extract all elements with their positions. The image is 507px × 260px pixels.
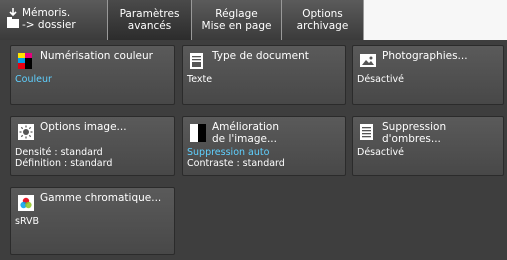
shadow-suppression-title: Suppression d'ombres...	[382, 121, 446, 145]
image-enhancement-contrast: Contraste : standard	[187, 158, 285, 169]
image-enhancement-button[interactable]: Amélioration de l'image... Suppression a…	[182, 116, 346, 176]
tab-advanced-settings[interactable]: Paramètres avancés	[108, 0, 192, 40]
shadow-suppression-title-line2: d'ombres...	[382, 133, 441, 145]
tab-label-line2: Mise en page	[201, 20, 272, 32]
document-type-title: Type de document	[212, 50, 309, 62]
tab-label-line1: Mémoris.	[22, 7, 71, 19]
image-enhancement-title: Amélioration de l'image...	[212, 121, 279, 145]
brightness-icon	[18, 124, 34, 140]
photographs-title: Photographies...	[382, 50, 468, 62]
color-scanning-value: Couleur	[15, 74, 52, 85]
image-enhancement-title-line1: Amélioration	[212, 121, 279, 133]
tab-label-line2: -> dossier	[22, 19, 76, 31]
color-wheel-icon	[18, 195, 34, 211]
image-options-title: Options image...	[40, 121, 127, 133]
photographs-button[interactable]: Photographies... Désactivé	[352, 45, 504, 105]
tab-label-line1: Options	[302, 8, 343, 20]
document-type-value: Texte	[187, 74, 213, 85]
shadow-suppression-button[interactable]: Suppression d'ombres... Désactivé	[352, 116, 504, 176]
color-blocks-icon	[18, 53, 32, 69]
contrast-icon	[190, 124, 206, 142]
tab-layout-adjustment[interactable]: Réglage Mise en page	[192, 0, 282, 40]
color-scanning-title: Numérisation couleur	[40, 50, 153, 62]
shadow-suppression-title-line1: Suppression	[382, 121, 447, 133]
image-options-density: Densité : standard	[15, 147, 103, 158]
image-options-button[interactable]: Options image... Densité : standard Défi…	[10, 116, 175, 176]
tab-bar: Mémoris. -> dossier Paramètres avancés R…	[0, 0, 507, 40]
tab-label-line1: Paramètres	[119, 8, 180, 20]
photo-icon	[360, 53, 376, 69]
tab-label-line1: Réglage	[215, 8, 258, 20]
image-options-definition: Définition : standard	[15, 158, 113, 169]
tab-label-line2: archivage	[296, 20, 349, 32]
photographs-value: Désactivé	[357, 74, 404, 85]
document-icon	[190, 53, 204, 69]
tab-filing-options[interactable]: Options archivage	[282, 0, 364, 40]
color-space-value: sRVB	[15, 216, 40, 227]
tab-store-to-folder[interactable]: Mémoris. -> dossier	[0, 0, 108, 40]
shadow-suppression-value: Désactivé	[357, 147, 404, 158]
folder-arrow-icon	[6, 8, 20, 33]
document-type-button[interactable]: Type de document Texte	[182, 45, 346, 105]
color-scanning-button[interactable]: Numérisation couleur Couleur	[10, 45, 175, 105]
color-space-title: Gamme chromatique...	[40, 192, 162, 204]
document-lines-icon	[360, 124, 374, 140]
tab-label-line2: avancés	[127, 20, 172, 32]
image-enhancement-suppression: Suppression auto	[187, 147, 270, 158]
image-enhancement-title-line2: de l'image...	[212, 133, 277, 145]
color-space-button[interactable]: Gamme chromatique... sRVB	[10, 187, 175, 255]
